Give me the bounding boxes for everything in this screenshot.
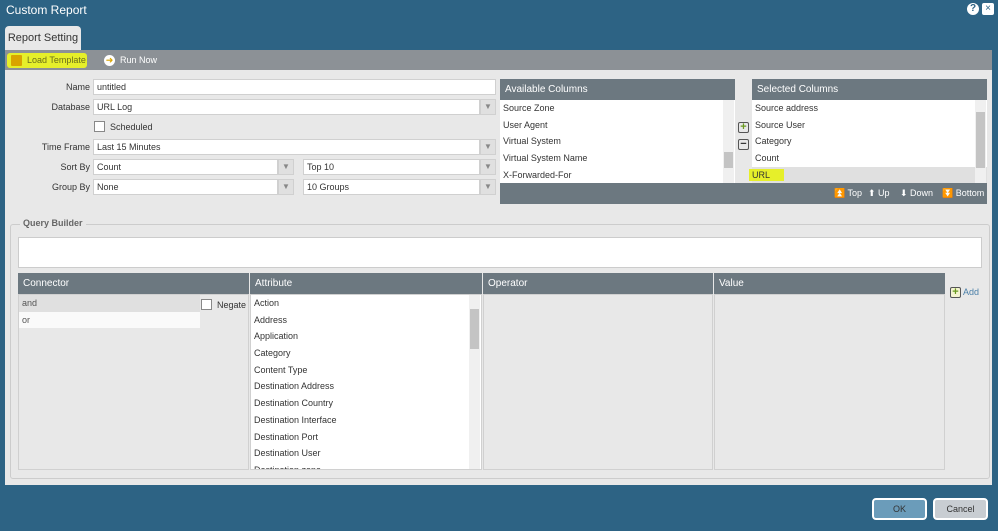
list-item-selected[interactable]: URL: [749, 166, 987, 184]
chevron-down-icon[interactable]: ▼: [480, 159, 496, 175]
sortby-select[interactable]: Count: [93, 159, 278, 175]
attribute-list: Action Address Application Category Cont…: [250, 294, 482, 470]
scheduled-label: Scheduled: [110, 122, 153, 132]
negate-label: Negate: [217, 300, 247, 310]
available-columns-header: Available Columns: [500, 79, 735, 100]
list-item[interactable]: X-Forwarded-For: [500, 167, 735, 184]
list-item[interactable]: Virtual System Name: [500, 150, 735, 167]
list-item[interactable]: User Agent: [500, 117, 735, 134]
connector-and[interactable]: and: [19, 295, 200, 312]
load-template-label: Load Template: [27, 55, 86, 65]
selected-columns-list: Source address Source User Category Coun…: [749, 100, 987, 184]
move-top-label: Top: [847, 188, 863, 198]
chevron-down-icon[interactable]: ▼: [278, 159, 294, 175]
list-item[interactable]: Action: [251, 295, 481, 312]
load-template-button[interactable]: Load Template: [7, 53, 87, 68]
selected-item-label: URL: [749, 168, 785, 181]
move-bottom-button[interactable]: ⏬ Bottom: [942, 188, 984, 199]
chevron-down-icon[interactable]: ▼: [480, 99, 496, 115]
list-item[interactable]: Source Zone: [500, 100, 735, 117]
close-icon[interactable]: ×: [982, 3, 994, 15]
move-up-label: Up: [878, 188, 890, 198]
value-header: Value: [714, 273, 945, 294]
timeframe-label: Time Frame: [41, 142, 90, 152]
attribute-header: Attribute: [250, 273, 482, 294]
move-down-label: Down: [910, 188, 934, 198]
groupby-count-select[interactable]: 10 Groups: [303, 179, 480, 195]
add-query-button[interactable]: + Add: [950, 287, 979, 298]
sortby-top-select[interactable]: Top 10: [303, 159, 480, 175]
move-up-button[interactable]: ⬆ Up: [868, 188, 890, 199]
scheduled-checkbox[interactable]: [94, 121, 105, 132]
list-item[interactable]: Category: [752, 133, 987, 150]
list-item[interactable]: Content Type: [251, 362, 481, 379]
column-order-bar: ⏫ Top ⬆ Up ⬇ Down ⏬ Bottom: [500, 183, 987, 204]
run-now-button[interactable]: ➜ Run Now: [100, 53, 157, 68]
list-item[interactable]: Destination User: [251, 445, 481, 462]
list-item[interactable]: Destination Address: [251, 378, 481, 395]
database-label: Database: [51, 102, 90, 112]
toolbar: Load Template ➜ Run Now: [5, 50, 992, 70]
cancel-button[interactable]: Cancel: [933, 498, 988, 520]
list-item[interactable]: Source address: [752, 100, 987, 117]
list-item[interactable]: Count: [752, 150, 987, 167]
connector-or[interactable]: or: [19, 311, 200, 329]
move-top-button[interactable]: ⏫ Top: [834, 188, 862, 199]
list-item[interactable]: Destination Interface: [251, 412, 481, 429]
remove-column-icon[interactable]: −: [738, 139, 749, 150]
scrollbar[interactable]: [469, 295, 480, 469]
timeframe-select[interactable]: Last 15 Minutes: [93, 139, 480, 155]
add-label: Add: [963, 287, 980, 297]
negate-checkbox[interactable]: [201, 299, 212, 310]
plus-icon: +: [950, 287, 961, 298]
help-icon[interactable]: ?: [967, 3, 979, 15]
arrow-right-icon: ➜: [104, 55, 115, 66]
chevron-down-icon[interactable]: ▼: [480, 179, 496, 195]
sortby-label: Sort By: [60, 162, 90, 172]
chevron-down-icon[interactable]: ▼: [480, 139, 496, 155]
folder-icon: [11, 55, 22, 66]
groupby-label: Group By: [51, 182, 90, 192]
operator-header: Operator: [483, 273, 713, 294]
list-item[interactable]: Destination zone: [251, 462, 481, 469]
move-down-button[interactable]: ⬇ Down: [900, 188, 933, 199]
query-builder-legend: Query Builder: [20, 218, 86, 228]
name-label: Name: [65, 82, 90, 92]
value-list: [714, 294, 945, 470]
connector-header: Connector: [18, 273, 249, 294]
list-item[interactable]: Destination Port: [251, 429, 481, 446]
selected-columns-header: Selected Columns: [752, 79, 987, 100]
query-textarea[interactable]: [18, 237, 982, 268]
name-input[interactable]: untitled: [93, 79, 496, 95]
list-item[interactable]: Address: [251, 312, 481, 329]
list-item[interactable]: Virtual System: [500, 133, 735, 150]
connector-list: and or Negate: [18, 294, 249, 470]
database-select[interactable]: URL Log: [93, 99, 480, 115]
run-now-label: Run Now: [120, 55, 158, 65]
tab-report-setting[interactable]: Report Setting: [5, 26, 81, 50]
operator-list: [483, 294, 713, 470]
window-title: Custom Report: [6, 3, 87, 17]
list-item[interactable]: Category: [251, 345, 481, 362]
chevron-down-icon[interactable]: ▼: [278, 179, 294, 195]
available-columns-list: Source Zone User Agent Virtual System Vi…: [500, 100, 735, 183]
add-column-icon[interactable]: +: [738, 122, 749, 133]
move-bottom-label: Bottom: [955, 188, 985, 198]
list-item[interactable]: Destination Country: [251, 395, 481, 412]
groupby-select[interactable]: None: [93, 179, 278, 195]
list-item[interactable]: Source User: [752, 117, 987, 134]
ok-button[interactable]: OK: [872, 498, 927, 520]
list-item[interactable]: Application: [251, 328, 481, 345]
scrollbar[interactable]: [723, 100, 734, 183]
scrollbar[interactable]: [975, 100, 986, 183]
